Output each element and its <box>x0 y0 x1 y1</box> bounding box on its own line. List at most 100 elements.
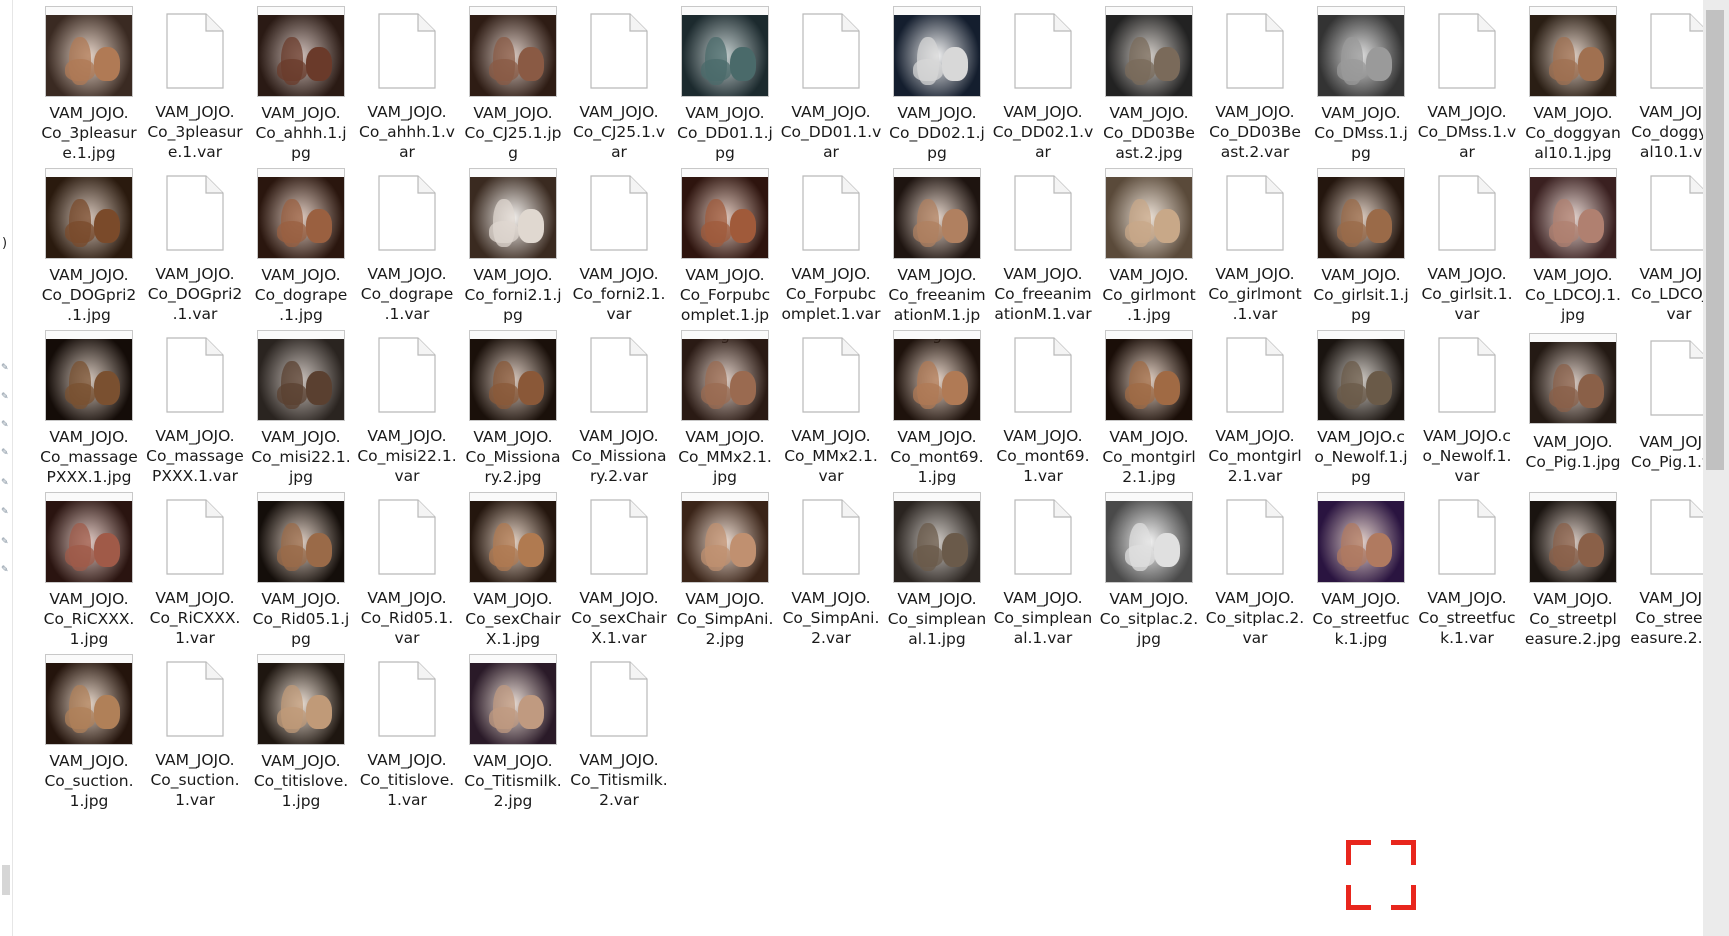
image-file-item[interactable]: VAM_JOJO.c o_Newolf.1.j pg <box>1308 324 1414 486</box>
var-file-item[interactable]: VAM_JOJO. Co_MMx2.1. var <box>778 324 884 486</box>
image-thumbnail <box>889 330 985 421</box>
figure-shape <box>1154 533 1180 567</box>
thumbnail-image <box>257 168 345 259</box>
var-file-item[interactable]: VAM_JOJO.c o_Newolf.1. var <box>1414 324 1520 486</box>
image-file-item[interactable]: VAM_JOJO. Co_suction. 1.jpg <box>36 648 142 810</box>
var-file-item[interactable]: VAM_JOJO. Co_girlmont .1.var <box>1202 162 1308 324</box>
var-file-item[interactable]: VAM_JOJO. Co_girlsit.1. var <box>1414 162 1520 324</box>
image-file-item[interactable]: VAM_JOJO. Co_LDCOJ.1. jpg <box>1520 162 1626 324</box>
file-name-label: VAM_JOJO. Co_mont69. 1.jpg <box>890 428 984 486</box>
image-file-item[interactable]: VAM_JOJO. Co_Rid05.1.j pg <box>248 486 354 648</box>
nav-item-fragment[interactable]: ) <box>2 236 7 251</box>
thumbnail-image <box>1317 492 1405 583</box>
figure-shape <box>913 59 943 81</box>
image-file-item[interactable]: VAM_JOJO. Co_CJ25.1.jp g <box>460 0 566 162</box>
image-file-item[interactable]: VAM_JOJO. Co_Forpubc omplet.1.jp g <box>672 162 778 344</box>
var-file-item[interactable]: VAM_JOJO. Co_DMss.1.v ar <box>1414 0 1520 162</box>
figure-shape <box>65 383 95 405</box>
var-file-item[interactable]: VAM_JOJO. Co_simplean al.1.var <box>990 486 1096 648</box>
image-file-item[interactable]: VAM_JOJO. Co_DD03Be ast.2.jpg <box>1096 0 1202 162</box>
pin-icon[interactable]: ✎ <box>1 507 9 517</box>
var-file-item[interactable]: VAM_JOJO. Co_DD02.1.v ar <box>990 0 1096 162</box>
var-file-item[interactable]: VAM_JOJO. Co_mont69. 1.var <box>990 324 1096 486</box>
image-file-item[interactable]: VAM_JOJO. Co_doggyan al10.1.jpg <box>1520 0 1626 162</box>
image-file-item[interactable]: VAM_JOJO. Co_sitplac.2. jpg <box>1096 486 1202 648</box>
var-file-item[interactable]: VAM_JOJO. Co_DD03Be ast.2.var <box>1202 0 1308 162</box>
var-file-item[interactable]: VAM_JOJO. Co_forni2.1. var <box>566 162 672 324</box>
image-file-item[interactable]: VAM_JOJO. Co_freeanim ationM.1.jp g <box>884 162 990 344</box>
var-file-item[interactable]: VAM_JOJO. Co_sitplac.2. var <box>1202 486 1308 648</box>
scrollbar-thumb[interactable] <box>1706 10 1724 470</box>
image-file-item[interactable]: VAM_JOJO. Co_DOGpri2 .1.jpg <box>36 162 142 324</box>
image-file-item[interactable]: VAM_JOJO. Co_forni2.1.j pg <box>460 162 566 324</box>
image-file-item[interactable]: VAM_JOJO. Co_DMss.1.j pg <box>1308 0 1414 162</box>
var-file-item[interactable]: VAM_JOJO. Co_DD01.1.v ar <box>778 0 884 162</box>
image-file-item[interactable]: VAM_JOJO. Co_girlsit.1.j pg <box>1308 162 1414 324</box>
image-file-item[interactable]: VAM_JOJO. Co_sexChair X.1.jpg <box>460 486 566 648</box>
blank-document-icon <box>147 654 243 744</box>
pin-icon[interactable]: ✎ <box>1 363 9 373</box>
pin-icon[interactable]: ✎ <box>1 537 9 547</box>
var-file-item[interactable]: VAM_JOJO. Co_streetfuc k.1.var <box>1414 486 1520 648</box>
file-name-label: VAM_JOJO. Co_massage PXXX.1.jpg <box>40 428 138 486</box>
var-file-item[interactable]: VAM_JOJO. Co_Forpubc omplet.1.var <box>778 162 884 324</box>
var-file-item[interactable]: VAM_JOJO. Co_montgirl 2.1.var <box>1202 324 1308 486</box>
image-file-item[interactable]: VAM_JOJO. Co_montgirl 2.1.jpg <box>1096 324 1202 486</box>
image-file-item[interactable]: VAM_JOJO. Co_ahhh.1.j pg <box>248 0 354 162</box>
file-name-label: VAM_JOJO. Co_freeanim ationM.1.var <box>994 265 1092 323</box>
image-file-item[interactable]: VAM_JOJO. Co_massage PXXX.1.jpg <box>36 324 142 486</box>
blank-document-icon <box>359 168 455 258</box>
thumbnail-image <box>1105 330 1193 421</box>
pin-icon[interactable]: ✎ <box>1 392 9 402</box>
image-file-item[interactable]: VAM_JOJO. Co_mont69. 1.jpg <box>884 324 990 486</box>
pin-icon[interactable]: ✎ <box>1 448 9 458</box>
var-file-item[interactable]: VAM_JOJO. Co_suction. 1.var <box>142 648 248 810</box>
image-file-item[interactable]: VAM_JOJO. Co_RiCXXX. 1.jpg <box>36 486 142 648</box>
image-file-item[interactable]: VAM_JOJO. Co_streetpl easure.2.jpg <box>1520 486 1626 648</box>
image-file-item[interactable]: VAM_JOJO. Co_streetfuc k.1.jpg <box>1308 486 1414 648</box>
image-file-item[interactable]: VAM_JOJO. Co_Pig.1.jpg <box>1520 324 1626 486</box>
image-file-item[interactable]: VAM_JOJO. Co_SimpAni. 2.jpg <box>672 486 778 648</box>
image-file-item[interactable]: VAM_JOJO. Co_Missiona ry.2.jpg <box>460 324 566 486</box>
image-file-item[interactable]: VAM_JOJO. Co_misi22.1. jpg <box>248 324 354 486</box>
image-file-item[interactable]: VAM_JOJO. Co_DD02.1.j pg <box>884 0 990 162</box>
vertical-scrollbar[interactable] <box>1703 0 1729 936</box>
var-file-item[interactable]: VAM_JOJO. Co_SimpAni. 2.var <box>778 486 884 648</box>
var-file-item[interactable]: VAM_JOJO. Co_RiCXXX. 1.var <box>142 486 248 648</box>
var-file-item[interactable]: VAM_JOJO. Co_Missiona ry.2.var <box>566 324 672 486</box>
image-file-item[interactable]: VAM_JOJO. Co_DD01.1.j pg <box>672 0 778 162</box>
pin-icon[interactable]: ✎ <box>1 478 9 488</box>
var-file-item[interactable]: VAM_JOJO. Co_dogrape .1.var <box>354 162 460 324</box>
var-file-item[interactable]: VAM_JOJO. Co_ahhh.1.v ar <box>354 0 460 162</box>
image-file-item[interactable]: VAM_JOJO. Co_Titismilk. 2.jpg <box>460 648 566 810</box>
thumbnail-image <box>469 654 557 745</box>
nav-scrollbar-thumb[interactable] <box>2 865 10 895</box>
var-file-item[interactable]: VAM_JOJO. Co_massage PXXX.1.var <box>142 324 248 486</box>
image-file-item[interactable]: VAM_JOJO. Co_3pleasur e.1.jpg <box>36 0 142 162</box>
image-file-item[interactable]: VAM_JOJO. Co_dogrape .1.jpg <box>248 162 354 324</box>
file-name-label: VAM_JOJO. Co_DMss.1.j pg <box>1314 104 1408 162</box>
pin-icon[interactable]: ✎ <box>1 565 9 575</box>
var-file-item[interactable]: VAM_JOJO. Co_sexChair X.1.var <box>566 486 672 648</box>
file-name-label: VAM_JOJO. Co_montgirl 2.1.var <box>1208 427 1302 485</box>
var-file-item[interactable]: VAM_JOJO. Co_CJ25.1.v ar <box>566 0 672 162</box>
blank-document-icon <box>1419 6 1515 96</box>
file-name-label: VAM_JOJO. Co_sitplac.2. jpg <box>1099 590 1199 648</box>
figure-shape <box>730 371 756 405</box>
var-file-item[interactable]: VAM_JOJO. Co_DOGpri2 .1.var <box>142 162 248 324</box>
screen-capture-icon[interactable] <box>1346 840 1416 910</box>
var-file-item[interactable]: VAM_JOJO. Co_Rid05.1. var <box>354 486 460 648</box>
var-file-item[interactable]: VAM_JOJO. Co_titislove. 1.var <box>354 648 460 810</box>
image-thumbnail <box>253 330 349 421</box>
image-file-item[interactable]: VAM_JOJO. Co_simplean al.1.jpg <box>884 486 990 648</box>
thumbnail-image <box>469 168 557 259</box>
var-file-item[interactable]: VAM_JOJO. Co_freeanim ationM.1.var <box>990 162 1096 324</box>
var-file-item[interactable]: VAM_JOJO. Co_3pleasur e.1.var <box>142 0 248 162</box>
pin-icon[interactable]: ✎ <box>1 420 9 430</box>
var-file-item[interactable]: VAM_JOJO. Co_Titismilk. 2.var <box>566 648 672 810</box>
image-file-item[interactable]: VAM_JOJO. Co_girlmont .1.jpg <box>1096 162 1202 324</box>
image-file-item[interactable]: VAM_JOJO. Co_MMx2.1. jpg <box>672 324 778 486</box>
image-file-item[interactable]: VAM_JOJO. Co_titislove. 1.jpg <box>248 648 354 810</box>
file-name-label: VAM_JOJO. Co_dogrape .1.var <box>360 265 454 323</box>
var-file-item[interactable]: VAM_JOJO. Co_misi22.1. var <box>354 324 460 486</box>
